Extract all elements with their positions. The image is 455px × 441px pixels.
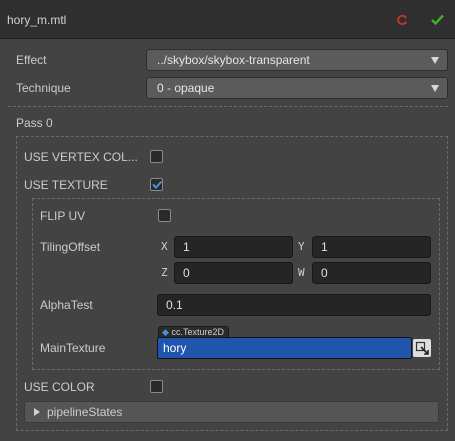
- section-divider: [8, 106, 448, 107]
- effect-label: Effect: [16, 53, 47, 67]
- pipeline-states-foldout[interactable]: pipelineStates: [24, 401, 439, 423]
- tiling-x-value: 1: [183, 240, 190, 254]
- use-texture-checkbox[interactable]: [150, 178, 163, 191]
- alpha-test-value: 0.1: [166, 298, 183, 312]
- main-texture-label: MainTexture: [40, 341, 106, 355]
- tiling-y-input[interactable]: 1: [312, 236, 431, 258]
- locate-asset-button[interactable]: [413, 339, 431, 357]
- use-vertex-color-checkbox[interactable]: [150, 150, 163, 163]
- effect-select[interactable]: ../skybox/skybox-transparent: [146, 49, 448, 71]
- checkmark-icon: [152, 180, 163, 189]
- tiling-x-input[interactable]: 1: [174, 236, 293, 258]
- pipeline-states-label: pipelineStates: [47, 405, 123, 419]
- expand-triangle-icon: [34, 408, 40, 416]
- asset-title: hory_m.mtl: [7, 13, 67, 27]
- tiling-offset-label: TilingOffset: [40, 240, 101, 254]
- pass-label: Pass 0: [16, 116, 53, 130]
- asset-type-label: cc.Texture2D: [171, 327, 224, 337]
- use-texture-label: USE TEXTURE: [24, 178, 108, 192]
- technique-value: 0 - opaque: [157, 81, 215, 95]
- dropdown-arrow-icon: [431, 57, 439, 64]
- asset-type-icon: ◆: [162, 327, 169, 337]
- tiling-w-value: 0: [321, 266, 328, 280]
- use-vertex-color-label: USE VERTEX COL...: [24, 150, 138, 164]
- alpha-test-label: AlphaTest: [40, 298, 93, 312]
- technique-label: Technique: [16, 81, 71, 95]
- tiling-y-value: 1: [321, 240, 328, 254]
- locate-icon: [415, 341, 429, 355]
- alpha-test-input[interactable]: 0.1: [157, 294, 431, 316]
- tiling-w-input[interactable]: 0: [312, 262, 431, 284]
- check-icon[interactable]: [431, 14, 444, 28]
- use-color-label: USE COLOR: [24, 380, 95, 394]
- effect-value: ../skybox/skybox-transparent: [157, 53, 310, 67]
- y-axis-label: Y: [298, 240, 305, 253]
- tiling-z-input[interactable]: 0: [174, 262, 293, 284]
- tiling-z-value: 0: [183, 266, 190, 280]
- w-axis-label: W: [298, 266, 305, 279]
- flip-uv-label: FLIP UV: [40, 209, 86, 223]
- x-axis-label: X: [161, 240, 168, 253]
- main-texture-value: hory: [163, 341, 187, 355]
- flip-uv-checkbox[interactable]: [158, 209, 171, 222]
- technique-select[interactable]: 0 - opaque: [146, 77, 448, 99]
- revert-icon[interactable]: [396, 14, 408, 29]
- main-texture-field[interactable]: hory: [157, 337, 412, 359]
- inspector-header: [0, 0, 455, 39]
- use-color-checkbox[interactable]: [150, 380, 163, 393]
- z-axis-label: Z: [161, 266, 168, 279]
- dropdown-arrow-icon: [431, 85, 439, 92]
